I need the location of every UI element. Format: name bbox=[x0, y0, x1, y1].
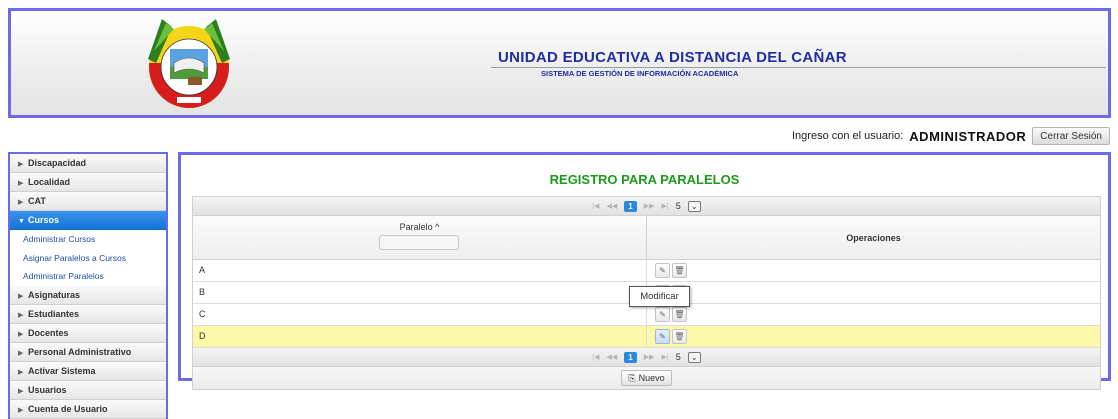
page-number-current[interactable]: 1 bbox=[624, 351, 637, 363]
next-page-icon[interactable]: ▶▶ bbox=[644, 202, 655, 210]
sidebar-item-label: Activar Sistema bbox=[28, 365, 96, 376]
school-logo-icon bbox=[148, 19, 230, 108]
chevron-right-icon: ▶ bbox=[18, 180, 24, 187]
cell-operaciones: ✎ 🗑 bbox=[647, 326, 1100, 347]
table-row: C ✎ 🗑 bbox=[193, 304, 1100, 326]
table-row: A ✎ 🗑 bbox=[193, 260, 1100, 282]
app-subtitle: SISTEMA DE GESTIÓN DE INFORMACIÓN ACADÉM… bbox=[541, 69, 739, 78]
sidebar-item-cat[interactable]: ▶ CAT bbox=[10, 192, 166, 211]
username: ADMINISTRADOR bbox=[909, 128, 1027, 144]
sidebar-item-label: Asignaturas bbox=[28, 289, 81, 300]
sidebar-item-cursos[interactable]: ▼ Cursos bbox=[10, 211, 166, 230]
user-bar: Ingreso con el usuario: ADMINISTRADOR Ce… bbox=[792, 127, 1110, 145]
cell-paralelo: D bbox=[193, 326, 647, 347]
main-panel: REGISTRO PARA PARALELOS |◀ ◀◀ 1 ▶▶ ▶| 5 … bbox=[178, 152, 1111, 390]
column-header-paralelo[interactable]: Paralelo ^ bbox=[193, 216, 647, 259]
chevron-right-icon: ▶ bbox=[18, 368, 24, 376]
prev-page-icon[interactable]: ◀◀ bbox=[606, 202, 617, 210]
chevron-right-icon: ▶ bbox=[18, 406, 24, 414]
app-title: UNIDAD EDUCATIVA A DISTANCIA DEL CAÑAR bbox=[498, 49, 847, 66]
edit-pencil-icon[interactable]: ✎ bbox=[655, 307, 670, 322]
sidebar-item-label: Localidad bbox=[28, 177, 71, 187]
sidebar-item-usuarios[interactable]: ▶ Usuarios bbox=[10, 380, 166, 400]
sidebar-item-label: Usuarios bbox=[28, 384, 67, 395]
chevron-right-icon: ▶ bbox=[18, 311, 24, 319]
table-footer: ⎘ Nuevo bbox=[193, 367, 1100, 389]
chevron-right-icon: ▶ bbox=[18, 161, 24, 168]
rows-per-page-value: 5 bbox=[675, 352, 681, 362]
chevron-down-icon: ▼ bbox=[18, 218, 25, 225]
page: UNIDAD EDUCATIVA A DISTANCIA DEL CAÑAR S… bbox=[0, 0, 1118, 419]
table-row-highlighted: D ✎ 🗑 bbox=[193, 326, 1100, 348]
tooltip-modificar: Modificar bbox=[629, 286, 690, 307]
cell-operaciones: ✎ 🗑 bbox=[647, 304, 1100, 325]
sidebar-item-label: Personal Administrativo bbox=[28, 346, 132, 357]
title-divider bbox=[491, 67, 1106, 68]
first-page-icon[interactable]: |◀ bbox=[592, 353, 599, 361]
prev-page-icon[interactable]: ◀◀ bbox=[606, 353, 617, 361]
next-page-icon[interactable]: ▶▶ bbox=[644, 353, 655, 361]
chevron-right-icon: ▶ bbox=[18, 387, 24, 395]
chevron-right-icon: ▶ bbox=[18, 349, 24, 357]
cell-paralelo: A bbox=[193, 260, 647, 281]
last-page-icon[interactable]: ▶| bbox=[662, 202, 669, 210]
paralelo-filter-input[interactable] bbox=[379, 235, 459, 250]
pager-bottom: |◀ ◀◀ 1 ▶▶ ▶| 5 ⌄ bbox=[193, 348, 1100, 367]
cell-operaciones: ✎ 🗑 bbox=[647, 282, 1100, 303]
sidebar-menu: ▶ Discapacidad ▶ Localidad ▶ CAT ▼ Cursos Ad… bbox=[8, 152, 168, 419]
submenu-link-administrar-paralelos[interactable]: Administrar Paralelos bbox=[10, 267, 166, 286]
chevron-right-icon: ▶ bbox=[18, 292, 24, 300]
page-number-current[interactable]: 1 bbox=[624, 200, 637, 212]
rows-per-page-dropdown[interactable]: ⌄ bbox=[687, 351, 701, 363]
delete-trash-icon[interactable]: 🗑 bbox=[672, 263, 687, 278]
submenu-link-asignar-paralelos[interactable]: Asignar Paralelos a Cursos bbox=[10, 249, 166, 268]
sidebar-item-label: Discapacidad bbox=[28, 158, 87, 168]
delete-trash-icon[interactable]: 🗑 bbox=[672, 329, 687, 344]
sidebar-item-label: Cuenta de Usuario bbox=[28, 403, 108, 414]
user-label: Ingreso con el usuario: bbox=[792, 130, 904, 142]
sidebar-item-label: Estudiantes bbox=[28, 308, 80, 319]
cell-paralelo: C bbox=[193, 304, 647, 325]
delete-trash-icon[interactable]: 🗑 bbox=[672, 307, 687, 322]
logout-button[interactable]: Cerrar Sesión bbox=[1032, 127, 1110, 145]
submenu-link-administrar-cursos[interactable]: Administrar Cursos bbox=[10, 230, 166, 249]
submenu-cursos: Administrar Cursos Asignar Paralelos a C… bbox=[10, 230, 166, 286]
page-title: REGISTRO PARA PARALELOS bbox=[549, 172, 740, 187]
sidebar-item-cuenta-de-usuario[interactable]: ▶ Cuenta de Usuario bbox=[10, 399, 166, 419]
first-page-icon[interactable]: |◀ bbox=[592, 202, 599, 210]
edit-pencil-icon[interactable]: ✎ bbox=[655, 263, 670, 278]
sidebar-item-label: Docentes bbox=[28, 327, 69, 338]
column-header-operaciones: Operaciones bbox=[846, 232, 901, 243]
new-button[interactable]: ⎘ Nuevo bbox=[621, 370, 672, 386]
cell-paralelo: B bbox=[193, 282, 647, 303]
new-document-icon: ⎘ bbox=[628, 372, 636, 383]
sidebar-item-docentes[interactable]: ▶ Docentes bbox=[10, 323, 166, 343]
sidebar-item-estudiantes[interactable]: ▶ Estudiantes bbox=[10, 304, 166, 324]
rows-per-page-dropdown[interactable]: ⌄ bbox=[687, 200, 701, 212]
chevron-right-icon: ▶ bbox=[18, 199, 24, 206]
sidebar-item-activar-sistema[interactable]: ▶ Activar Sistema bbox=[10, 361, 166, 381]
sidebar-item-asignaturas[interactable]: ▶ Asignaturas bbox=[10, 285, 166, 305]
chevron-right-icon: ▶ bbox=[18, 330, 24, 338]
sidebar-item-localidad[interactable]: ▶ Localidad bbox=[10, 173, 166, 192]
cell-operaciones: ✎ 🗑 bbox=[647, 260, 1100, 281]
new-button-label: Nuevo bbox=[638, 373, 665, 383]
last-page-icon[interactable]: ▶| bbox=[662, 353, 669, 361]
rows-per-page-value: 5 bbox=[675, 201, 681, 211]
sidebar-item-discapacidad[interactable]: ▶ Discapacidad bbox=[10, 154, 166, 173]
header-titles: UNIDAD EDUCATIVA A DISTANCIA DEL CAÑAR S… bbox=[491, 49, 1106, 78]
pager-top: |◀ ◀◀ 1 ▶▶ ▶| 5 ⌄ bbox=[193, 197, 1100, 216]
header-banner: UNIDAD EDUCATIVA A DISTANCIA DEL CAÑAR S… bbox=[8, 8, 1111, 118]
table-header: Paralelo ^ Operaciones bbox=[193, 216, 1100, 260]
edit-pencil-icon[interactable]: ✎ bbox=[655, 329, 670, 344]
sidebar-item-personal-administrativo[interactable]: ▶ Personal Administrativo bbox=[10, 342, 166, 362]
sidebar-item-label: CAT bbox=[28, 196, 46, 206]
column-label-paralelo: Paralelo ^ bbox=[399, 222, 440, 232]
sidebar-item-label: Cursos bbox=[28, 215, 60, 225]
